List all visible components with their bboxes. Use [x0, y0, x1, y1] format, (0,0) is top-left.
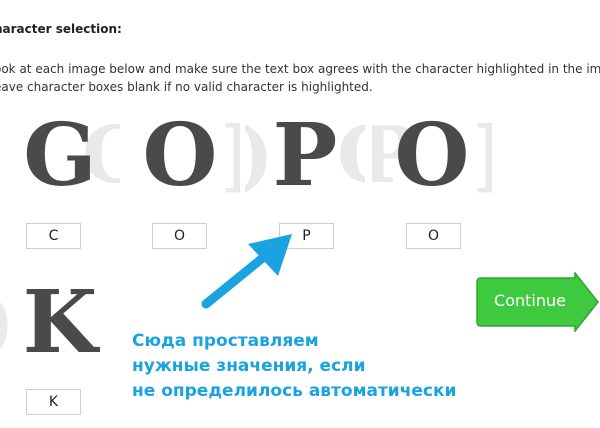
glyph-main: P: [272, 113, 338, 203]
glyph-main: K: [22, 280, 98, 370]
annotation-line-3: не определилось автоматически: [132, 381, 457, 401]
captcha-image-2: ] O: [120, 113, 240, 203]
continue-label: Continue: [494, 291, 566, 310]
glyph-main: O: [394, 113, 470, 203]
instruction-line-2: eave character boxes blank if no valid c…: [0, 80, 373, 94]
captcha-image-5: ) K: [0, 280, 120, 370]
character-input-1[interactable]: C: [26, 223, 81, 249]
annotation-line-2: нужные значения, если: [132, 356, 366, 376]
captcha-image-3: ) O P: [245, 113, 365, 203]
character-input-4[interactable]: O: [406, 223, 461, 249]
captcha-image-1: C G: [0, 113, 120, 203]
continue-button[interactable]: Continue: [475, 272, 600, 332]
instruction-line-1: ook at each image below and make sure th…: [0, 62, 600, 76]
glyph-main: G: [23, 113, 97, 203]
captcha-image-4: P ] O: [372, 113, 492, 203]
glyph-main: O: [142, 113, 218, 203]
character-selection-heading: haracter selection:: [0, 22, 122, 36]
character-input-5[interactable]: K: [26, 389, 81, 415]
annotation-line-1: Сюда проставляем: [132, 331, 319, 351]
arrow-up-right-icon: [201, 234, 292, 309]
